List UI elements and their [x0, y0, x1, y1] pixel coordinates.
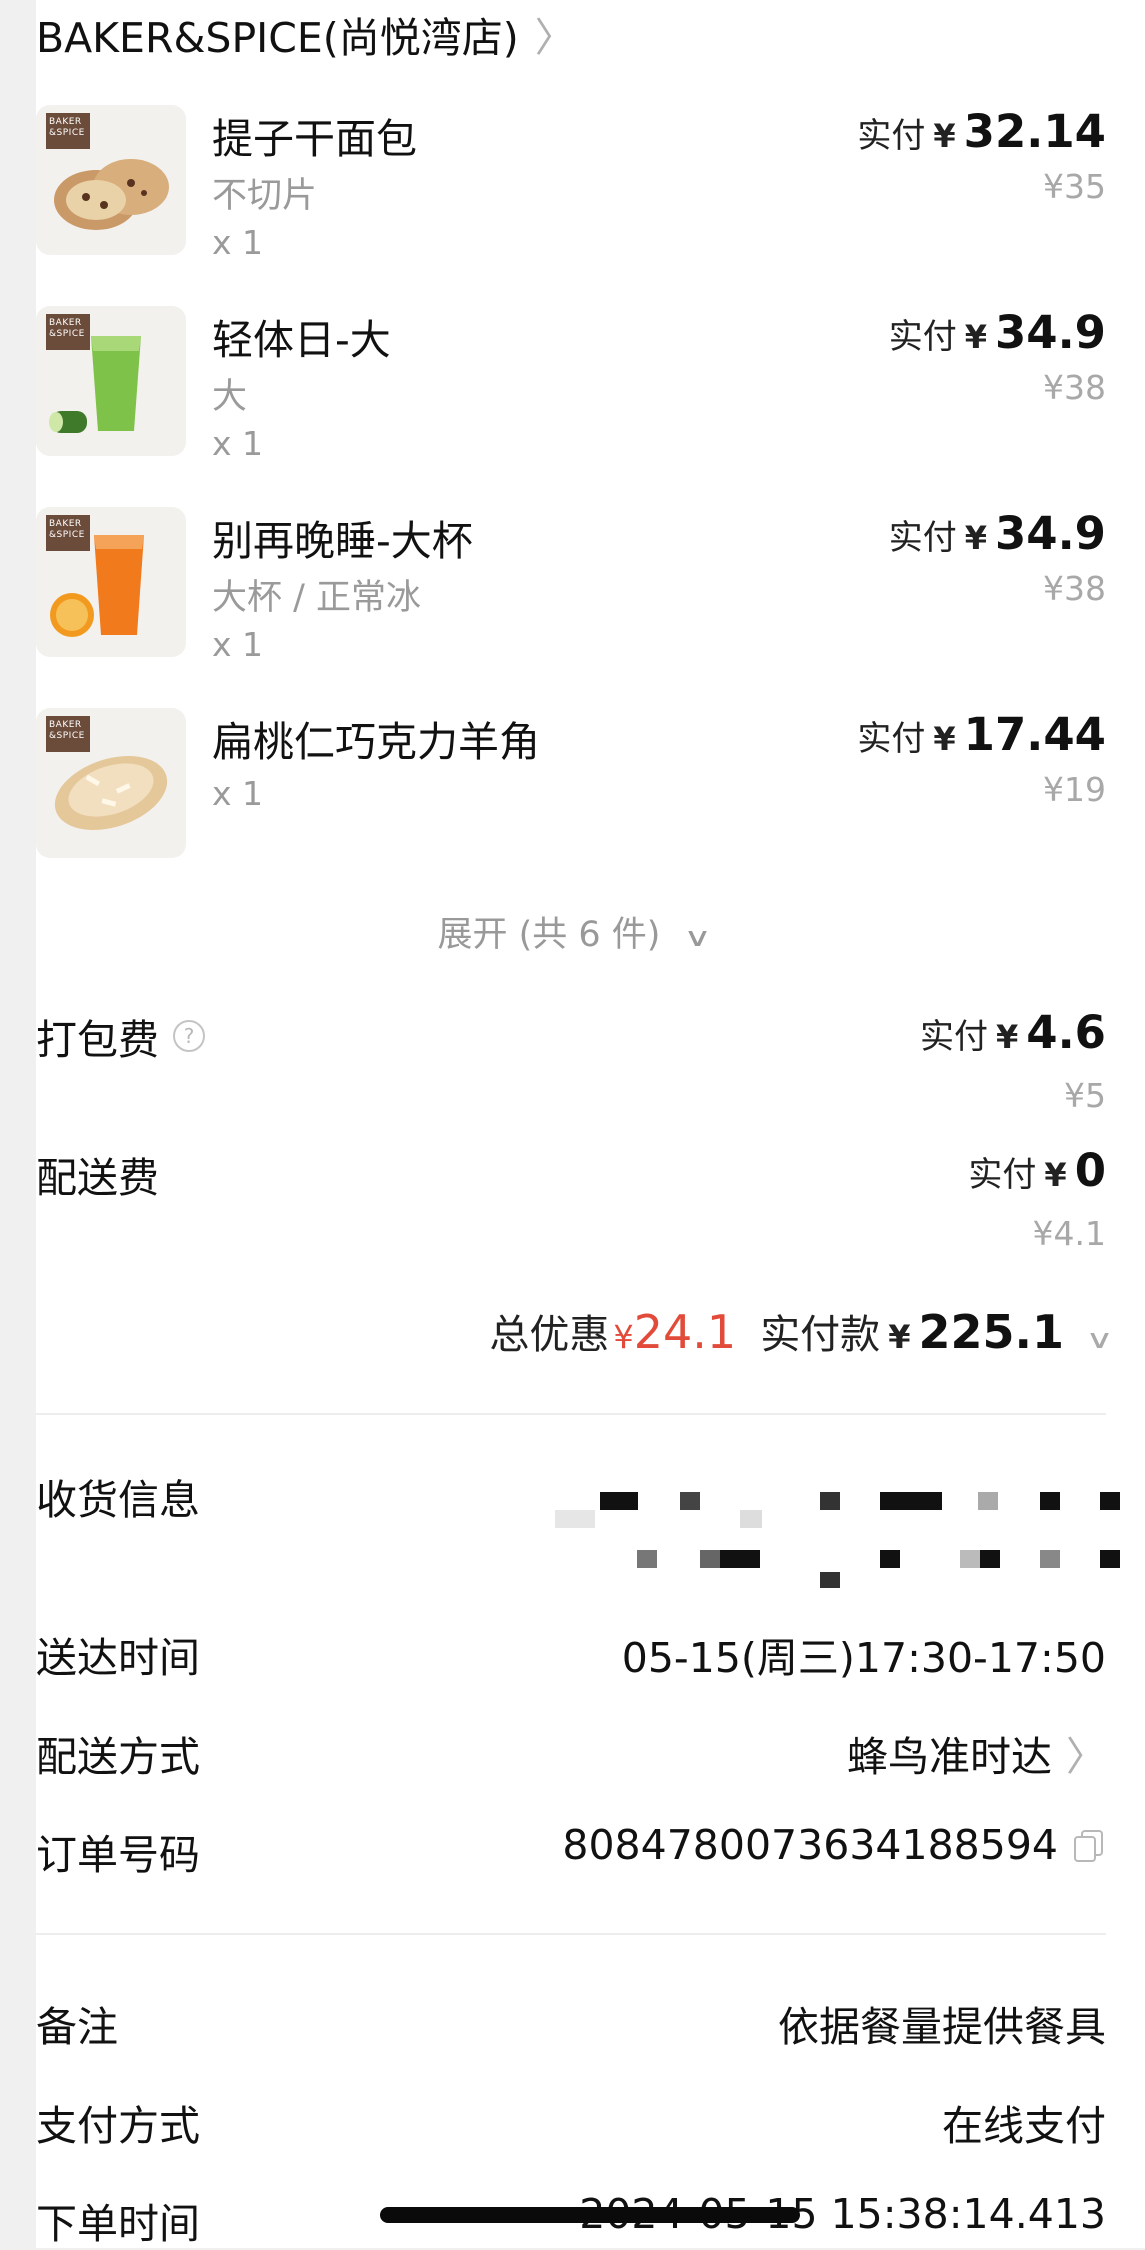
payment-method-label: 支付方式 [36, 2102, 200, 2150]
paid-amount: 34.9 [994, 306, 1106, 359]
item-qty: x 1 [212, 424, 264, 463]
delivery-method-label: 配送方式 [36, 1733, 200, 1781]
paid-label: 实付 [857, 116, 926, 156]
help-icon[interactable]: ? [173, 1020, 205, 1052]
paid-amount: 0 [1074, 1144, 1106, 1197]
order-number-row: 订单号码 8084780073634188594 [36, 1821, 1106, 1879]
brand-logo: BAKER &SPICE [46, 515, 90, 551]
paid-price: 实付 ¥ 0 [968, 1144, 1106, 1197]
currency-symbol: ¥ [1044, 1156, 1067, 1194]
item-spec: 不切片 [212, 176, 318, 216]
fee-name: 打包费 ? [36, 1006, 205, 1066]
order-time-label: 下单时间 [36, 2200, 200, 2248]
item-qty: x 1 [212, 774, 264, 813]
currency-symbol: ¥ [933, 117, 956, 155]
brand-logo: BAKER &SPICE [46, 716, 90, 752]
delivery-time-value: 05-15(周三)17:30-17:50 [621, 1634, 1106, 1682]
fee-label: 打包费 [36, 1016, 159, 1064]
store-header[interactable]: BAKER&SPICE(尚悦湾店) 〉 [36, 4, 575, 64]
original-price: ¥38 [1043, 569, 1106, 608]
divider [36, 1933, 1106, 1935]
original-price: ¥35 [1043, 167, 1106, 206]
total-paid-amount: 225.1 [918, 1305, 1064, 1359]
expand-items-button[interactable]: 展开 (共 6 件) ∨ [0, 906, 1145, 957]
delivery-time-label: 送达时间 [36, 1634, 200, 1682]
brand-logo: BAKER &SPICE [46, 314, 90, 350]
paid-price: 实付 ¥ 4.6 [920, 1006, 1106, 1059]
paid-price: 实付 ¥ 32.14 [857, 105, 1106, 158]
chevron-right-icon: 〉 [1066, 1734, 1106, 1780]
paid-label: 实付 [857, 719, 926, 759]
item-qty: x 1 [212, 223, 264, 262]
paid-amount: 17.44 [963, 708, 1106, 761]
remark-value: 依据餐量提供餐具 [778, 2003, 1106, 2051]
discount-currency: ¥ [613, 1318, 634, 1356]
remark-label: 备注 [36, 2003, 118, 2051]
order-total[interactable]: 总优惠 ¥ 24.1 实付款 ¥ 225.1 ∨ [489, 1302, 1113, 1360]
original-price: ¥38 [1043, 368, 1106, 407]
currency-symbol: ¥ [964, 519, 987, 557]
home-indicator[interactable] [380, 2207, 800, 2223]
paid-label: 实付 [888, 317, 957, 357]
redacted-address [555, 1488, 1135, 1588]
item-spec: 大 [212, 377, 248, 417]
list-item[interactable]: BAKER &SPICE 轻体日-大 大 x 1 实付 ¥ 34.9 ¥38 [36, 306, 1106, 463]
currency-symbol: ¥ [964, 318, 987, 356]
product-image: BAKER &SPICE [36, 306, 186, 456]
product-image: BAKER &SPICE [36, 507, 186, 657]
product-image: BAKER &SPICE [36, 105, 186, 255]
order-number-text: 8084780073634188594 [562, 1821, 1058, 1869]
delivery-method-row[interactable]: 配送方式 蜂鸟准时达 〉 [36, 1723, 1106, 1781]
paid-amount: 32.14 [963, 105, 1106, 158]
paid-label: 实付 [968, 1155, 1037, 1195]
delivery-method-value: 蜂鸟准时达 〉 [847, 1723, 1106, 1783]
original-price: ¥5 [1064, 1076, 1106, 1115]
list-item[interactable]: BAKER &SPICE 提子干面包 不切片 x 1 实付 ¥ 32.14 ¥3… [36, 105, 1106, 262]
item-qty: x 1 [212, 625, 264, 664]
item-name: 提子干面包 [212, 115, 417, 163]
payment-method-value: 在线支付 [942, 2102, 1106, 2150]
product-image: BAKER &SPICE [36, 708, 186, 858]
paid-price: 实付 ¥ 34.9 [889, 507, 1106, 560]
item-name: 轻体日-大 [212, 316, 391, 364]
paid-price: 实付 ¥ 34.9 [889, 306, 1106, 359]
currency-symbol: ¥ [996, 1018, 1019, 1056]
discount-label: 总优惠 [489, 1312, 610, 1358]
store-name: BAKER&SPICE(尚悦湾店) [36, 14, 519, 62]
chevron-down-icon: ∨ [1085, 1325, 1114, 1355]
item-name: 扁桃仁巧克力羊角 [212, 718, 540, 766]
order-number-label: 订单号码 [36, 1831, 200, 1879]
currency-symbol: ¥ [933, 720, 956, 758]
item-spec: 大杯 / 正常冰 [212, 578, 422, 618]
total-currency: ¥ [888, 1318, 911, 1356]
remark-row: 备注 依据餐量提供餐具 [36, 1993, 1106, 2051]
packaging-fee-row: 打包费 ? 实付 ¥ 4.6 ¥5 [36, 1006, 1106, 1126]
delivery-method-text: 蜂鸟准时达 [847, 1733, 1052, 1781]
paid-label: 实付 [920, 1017, 989, 1057]
brand-logo: BAKER &SPICE [46, 113, 90, 149]
total-paid-label: 实付款 [760, 1312, 881, 1358]
chevron-down-icon: ∨ [683, 923, 713, 953]
copy-icon[interactable] [1072, 1828, 1106, 1862]
fee-label: 配送费 [36, 1154, 159, 1202]
fee-name: 配送费 [36, 1144, 159, 1204]
paid-amount: 34.9 [994, 507, 1106, 560]
paid-label: 实付 [888, 518, 957, 558]
divider [36, 1413, 1106, 1415]
expand-label: 展开 (共 6 件) [437, 915, 661, 955]
payment-method-row: 支付方式 在线支付 [36, 2092, 1106, 2150]
address-label: 收货信息 [36, 1476, 200, 1524]
delivery-time-row: 送达时间 05-15(周三)17:30-17:50 [36, 1624, 1106, 1682]
original-price: ¥4.1 [1032, 1214, 1106, 1253]
original-price: ¥19 [1043, 770, 1106, 809]
order-number-value: 8084780073634188594 [562, 1821, 1106, 1869]
discount-amount: 24.1 [633, 1305, 737, 1359]
item-name: 别再晚睡-大杯 [212, 517, 473, 565]
paid-amount: 4.6 [1026, 1006, 1106, 1059]
list-item[interactable]: BAKER &SPICE 扁桃仁巧克力羊角 x 1 实付 ¥ 17.44 ¥19 [36, 708, 1106, 858]
delivery-fee-row: 配送费 实付 ¥ 0 ¥4.1 [36, 1144, 1106, 1264]
list-item[interactable]: BAKER &SPICE 别再晚睡-大杯 大杯 / 正常冰 x 1 实付 ¥ 3… [36, 507, 1106, 664]
chevron-right-icon: 〉 [534, 15, 575, 61]
paid-price: 实付 ¥ 17.44 [857, 708, 1106, 761]
